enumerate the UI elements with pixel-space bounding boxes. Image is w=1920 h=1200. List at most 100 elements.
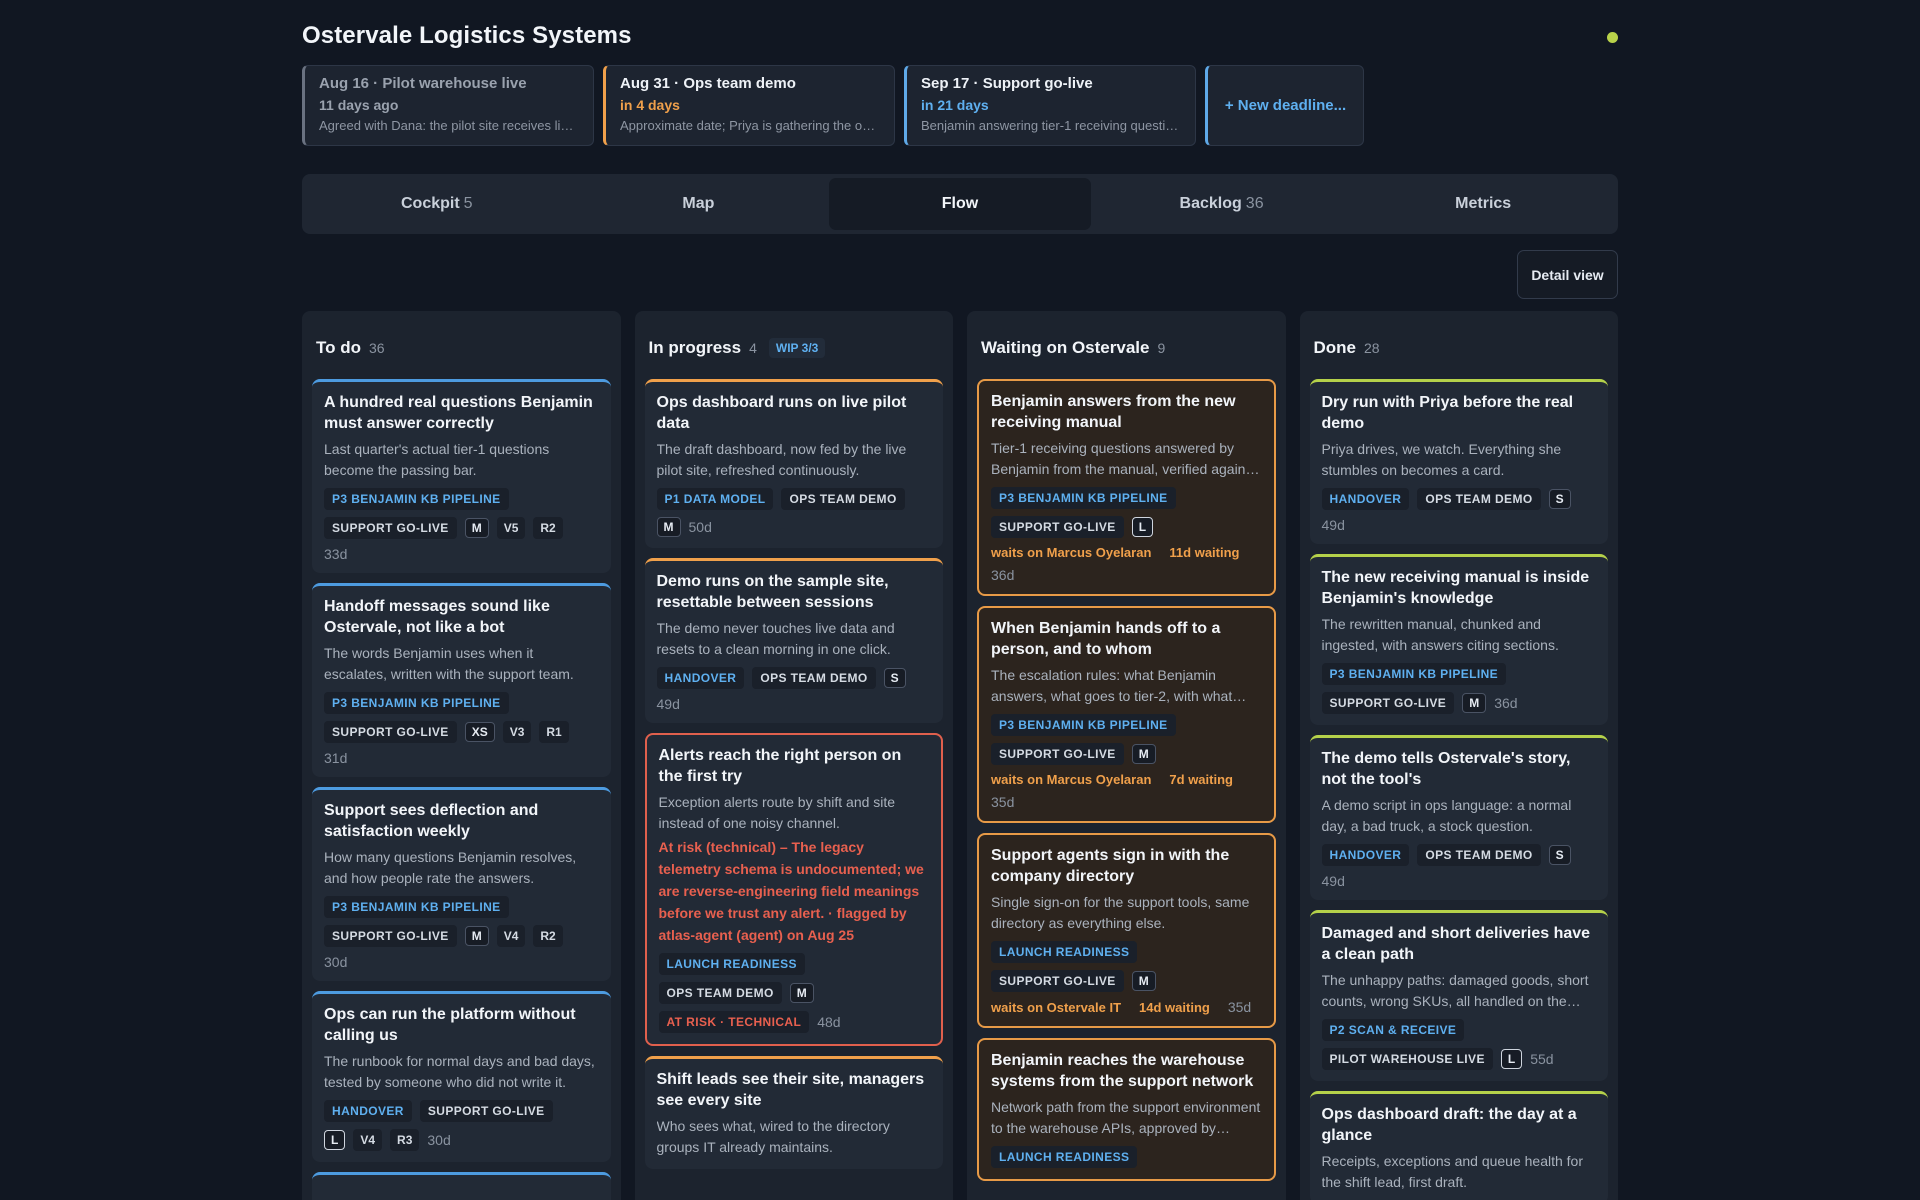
card-tags: LAUNCH READINESS — [991, 941, 1262, 963]
milestone-tag[interactable]: P3 BENJAMIN KB PIPELINE — [324, 896, 509, 918]
task-card[interactable]: Support sees deflection and satisfaction… — [312, 787, 611, 981]
column-title: To do — [316, 338, 361, 357]
deadline-tag[interactable]: SUPPORT GO-LIVE — [991, 970, 1124, 992]
milestone-tag[interactable]: P3 BENJAMIN KB PIPELINE — [1321, 663, 1507, 685]
card-tags: AT RISK · TECHNICAL 48d — [658, 1011, 930, 1033]
tab-backlog[interactable]: Backlog 36 — [1091, 178, 1353, 230]
task-card[interactable]: Handoff messages sound like Ostervale, n… — [312, 583, 611, 777]
tab-label: Flow — [941, 195, 979, 212]
card-description: Receipts, exceptions and queue health fo… — [1321, 1153, 1584, 1190]
new-deadline-button[interactable]: + New deadline... — [1205, 65, 1364, 146]
task-card-waiting[interactable]: Benjamin answers from the new receiving … — [977, 379, 1276, 596]
task-card[interactable]: The demo tells Ostervale's story, not th… — [1309, 735, 1608, 900]
card-age: 30d — [427, 1132, 451, 1148]
task-card[interactable]: The new receiving manual is inside Benja… — [1309, 554, 1608, 725]
wait-info: waits on Marcus Oyelaran 11d waiting — [991, 545, 1262, 560]
task-card[interactable]: Ops dashboard runs on live pilot data Th… — [644, 379, 943, 548]
wait-info: waits on Ostervale IT 14d waiting 35d — [991, 999, 1262, 1015]
column-title: Done — [1313, 338, 1357, 357]
deadline-card-golive[interactable]: Sep 17 · Support go-live in 21 days Benj… — [904, 65, 1196, 146]
detail-view-button[interactable]: Detail view — [1517, 250, 1618, 299]
deadline-card-pilot[interactable]: Aug 16 · Pilot warehouse live 11 days ag… — [302, 65, 594, 146]
deadline-tag[interactable]: OPS TEAM DEMO — [1417, 844, 1541, 866]
task-card-waiting[interactable]: When Benjamin hands off to a person, and… — [977, 606, 1276, 823]
deadline-tag[interactable]: SUPPORT GO-LIVE — [419, 1100, 553, 1122]
deadline-tag[interactable]: OPS TEAM DEMO — [658, 982, 782, 1004]
card-description: Exception alerts route by shift and site… — [658, 794, 896, 831]
column-in-progress: In progress 4 WIP 3/3 Ops dashboard runs… — [634, 311, 953, 1200]
card-tags: HANDOVER OPS TEAM DEMO S — [1321, 488, 1597, 510]
app-header: Ostervale Logistics Systems — [302, 22, 1618, 52]
milestone-tag[interactable]: LAUNCH READINESS — [991, 941, 1138, 963]
card-tags: SUPPORT GO-LIVE M V4 R2 — [324, 925, 599, 947]
milestone-tag[interactable]: P3 BENJAMIN KB PIPELINE — [324, 692, 509, 714]
milestone-tag[interactable]: LAUNCH READINESS — [991, 1146, 1138, 1168]
deadline-card-demo[interactable]: Aug 31 · Ops team demo in 4 days Approxi… — [603, 65, 895, 146]
size-badge: S — [1548, 489, 1571, 509]
card-description: The unhappy paths: damaged goods, short … — [1321, 972, 1589, 1009]
risk-note: At risk (technical) – The legacy telemet… — [658, 839, 924, 943]
task-card-at-risk[interactable]: Alerts reach the right person on the fir… — [644, 733, 943, 1046]
milestone-tag[interactable]: HANDOVER — [1321, 844, 1410, 866]
tab-label: Metrics — [1455, 195, 1512, 212]
tab-count: 36 — [1245, 195, 1264, 212]
risk-badge: R2 — [533, 925, 563, 947]
milestone-tag[interactable]: P3 BENJAMIN KB PIPELINE — [991, 487, 1176, 509]
deadline-tag[interactable]: SUPPORT GO-LIVE — [991, 743, 1124, 765]
card-tags: HANDOVER OPS TEAM DEMO S — [1321, 844, 1597, 866]
milestone-tag[interactable]: HANDOVER — [656, 667, 745, 689]
card-tags: SUPPORT GO-LIVE XS V3 R1 — [324, 721, 599, 743]
column-done: Done 28 Dry run with Priya before the re… — [1299, 311, 1618, 1200]
deadline-tag[interactable]: SUPPORT GO-LIVE — [1321, 692, 1455, 714]
milestone-tag[interactable]: P3 BENJAMIN KB PIPELINE — [324, 488, 509, 510]
task-card[interactable]: Dry run with Priya before the real demo … — [1309, 379, 1608, 544]
card-age: 35d — [991, 794, 1015, 810]
deadline-tag[interactable]: SUPPORT GO-LIVE — [324, 517, 457, 539]
deadline-tag[interactable]: SUPPORT GO-LIVE — [324, 721, 457, 743]
task-card[interactable]: Shift leads see their site, managers see… — [644, 1056, 943, 1169]
waiting-duration: 11d waiting — [1169, 545, 1240, 560]
card-tags: LAUNCH READINESS — [991, 1146, 1262, 1168]
milestone-tag[interactable]: P1 DATA MODEL — [656, 488, 774, 510]
tab-map[interactable]: Map — [568, 178, 830, 230]
deadline-tag[interactable]: OPS TEAM DEMO — [752, 667, 876, 689]
task-card[interactable] — [312, 1172, 611, 1200]
status-indicator-icon — [1607, 32, 1618, 43]
card-tags: HANDOVER SUPPORT GO-LIVE — [324, 1100, 599, 1122]
card-tags: OPS TEAM DEMO M — [658, 982, 930, 1004]
card-title: Alerts reach the right person on the fir… — [658, 747, 902, 785]
column-title: In progress — [648, 338, 742, 357]
card-title: Shift leads see their site, managers see… — [656, 1071, 925, 1109]
column-count: 9 — [1157, 340, 1166, 356]
task-card[interactable]: A hundred real questions Benjamin must a… — [312, 379, 611, 573]
tab-cockpit[interactable]: Cockpit 5 — [306, 178, 568, 230]
deadline-tag[interactable]: SUPPORT GO-LIVE — [991, 516, 1124, 538]
task-card[interactable]: Damaged and short deliveries have a clea… — [1309, 910, 1608, 1081]
value-badge: V4 — [496, 925, 526, 947]
tab-metrics[interactable]: Metrics — [1352, 178, 1614, 230]
size-badge: S — [1548, 845, 1571, 865]
task-card-waiting[interactable]: Support agents sign in with the company … — [977, 833, 1276, 1028]
card-tags: SUPPORT GO-LIVE M — [991, 970, 1262, 992]
tab-flow[interactable]: Flow — [829, 178, 1091, 230]
card-description: The draft dashboard, now fed by the live… — [656, 441, 907, 478]
deadline-tag[interactable]: PILOT WAREHOUSE LIVE — [1321, 1048, 1493, 1070]
card-title: A hundred real questions Benjamin must a… — [324, 394, 593, 432]
card-age: 31d — [324, 750, 348, 766]
card-tags: SUPPORT GO-LIVE M V5 R2 — [324, 517, 599, 539]
task-card[interactable]: Ops can run the platform without calling… — [312, 991, 611, 1162]
task-card[interactable]: Demo runs on the sample site, resettable… — [644, 558, 943, 723]
milestone-tag[interactable]: HANDOVER — [1321, 488, 1410, 510]
task-card-waiting[interactable]: Benjamin reaches the warehouse systems f… — [977, 1038, 1276, 1181]
deadline-tag[interactable]: OPS TEAM DEMO — [781, 488, 905, 510]
deadline-title: Sep 17 · Support go-live — [921, 75, 1093, 92]
milestone-tag[interactable]: P3 BENJAMIN KB PIPELINE — [991, 714, 1176, 736]
milestone-tag[interactable]: HANDOVER — [324, 1100, 412, 1122]
milestone-tag[interactable]: LAUNCH READINESS — [658, 953, 805, 975]
deadline-tag[interactable]: OPS TEAM DEMO — [1417, 488, 1541, 510]
task-card[interactable]: Ops dashboard draft: the day at a glance… — [1309, 1091, 1608, 1200]
milestone-tag[interactable]: P2 SCAN & RECEIVE — [1321, 1019, 1465, 1041]
deadline-title: Aug 31 · Ops team demo — [620, 75, 796, 92]
deadline-tag[interactable]: SUPPORT GO-LIVE — [324, 925, 457, 947]
card-tags: SUPPORT GO-LIVE M 36d — [1321, 692, 1597, 714]
